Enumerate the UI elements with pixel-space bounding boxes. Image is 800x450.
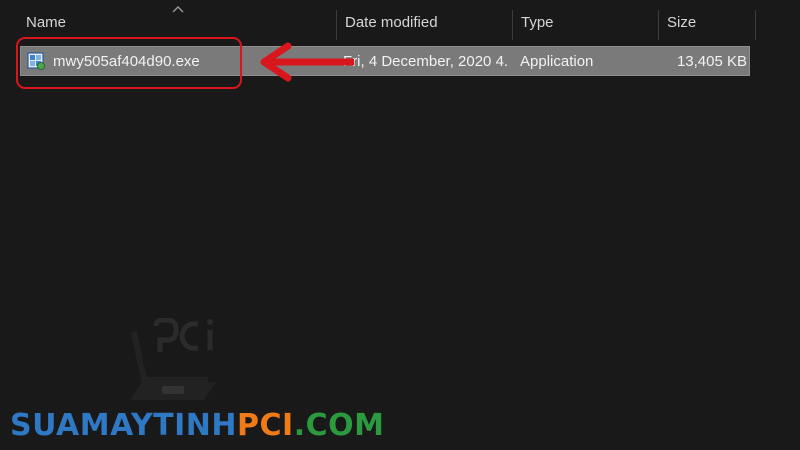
file-type: Application: [520, 52, 594, 70]
column-header-size[interactable]: Size: [659, 6, 755, 38]
column-header-date-label: Date modified: [345, 13, 438, 31]
column-separator[interactable]: [755, 10, 756, 40]
column-header-type-label: Type: [521, 13, 554, 31]
file-explorer-window: Name Date modified Type Size mwy505af404…: [0, 0, 800, 450]
watermark-site-url: SUAMAYTINHPCI.COM: [10, 408, 384, 443]
watermark-text-part1: SUAMAYTINH: [10, 408, 238, 443]
watermark-text-part2: PCI: [237, 408, 294, 443]
pci-laptop-logo: [130, 318, 216, 400]
column-header-name[interactable]: Name: [18, 6, 336, 38]
column-header-date-modified[interactable]: Date modified: [337, 6, 512, 38]
column-header-type[interactable]: Type: [513, 6, 658, 38]
annotation-highlight-box: [16, 37, 242, 89]
file-size: 13,405 KB: [676, 52, 747, 70]
column-header-name-label: Name: [26, 13, 67, 31]
file-date-modified: Fri, 4 December, 2020 4...: [343, 52, 508, 70]
column-header-size-label: Size: [667, 13, 697, 31]
arrow-left-icon: [260, 42, 354, 82]
watermark-text-part3: .COM: [293, 408, 385, 443]
